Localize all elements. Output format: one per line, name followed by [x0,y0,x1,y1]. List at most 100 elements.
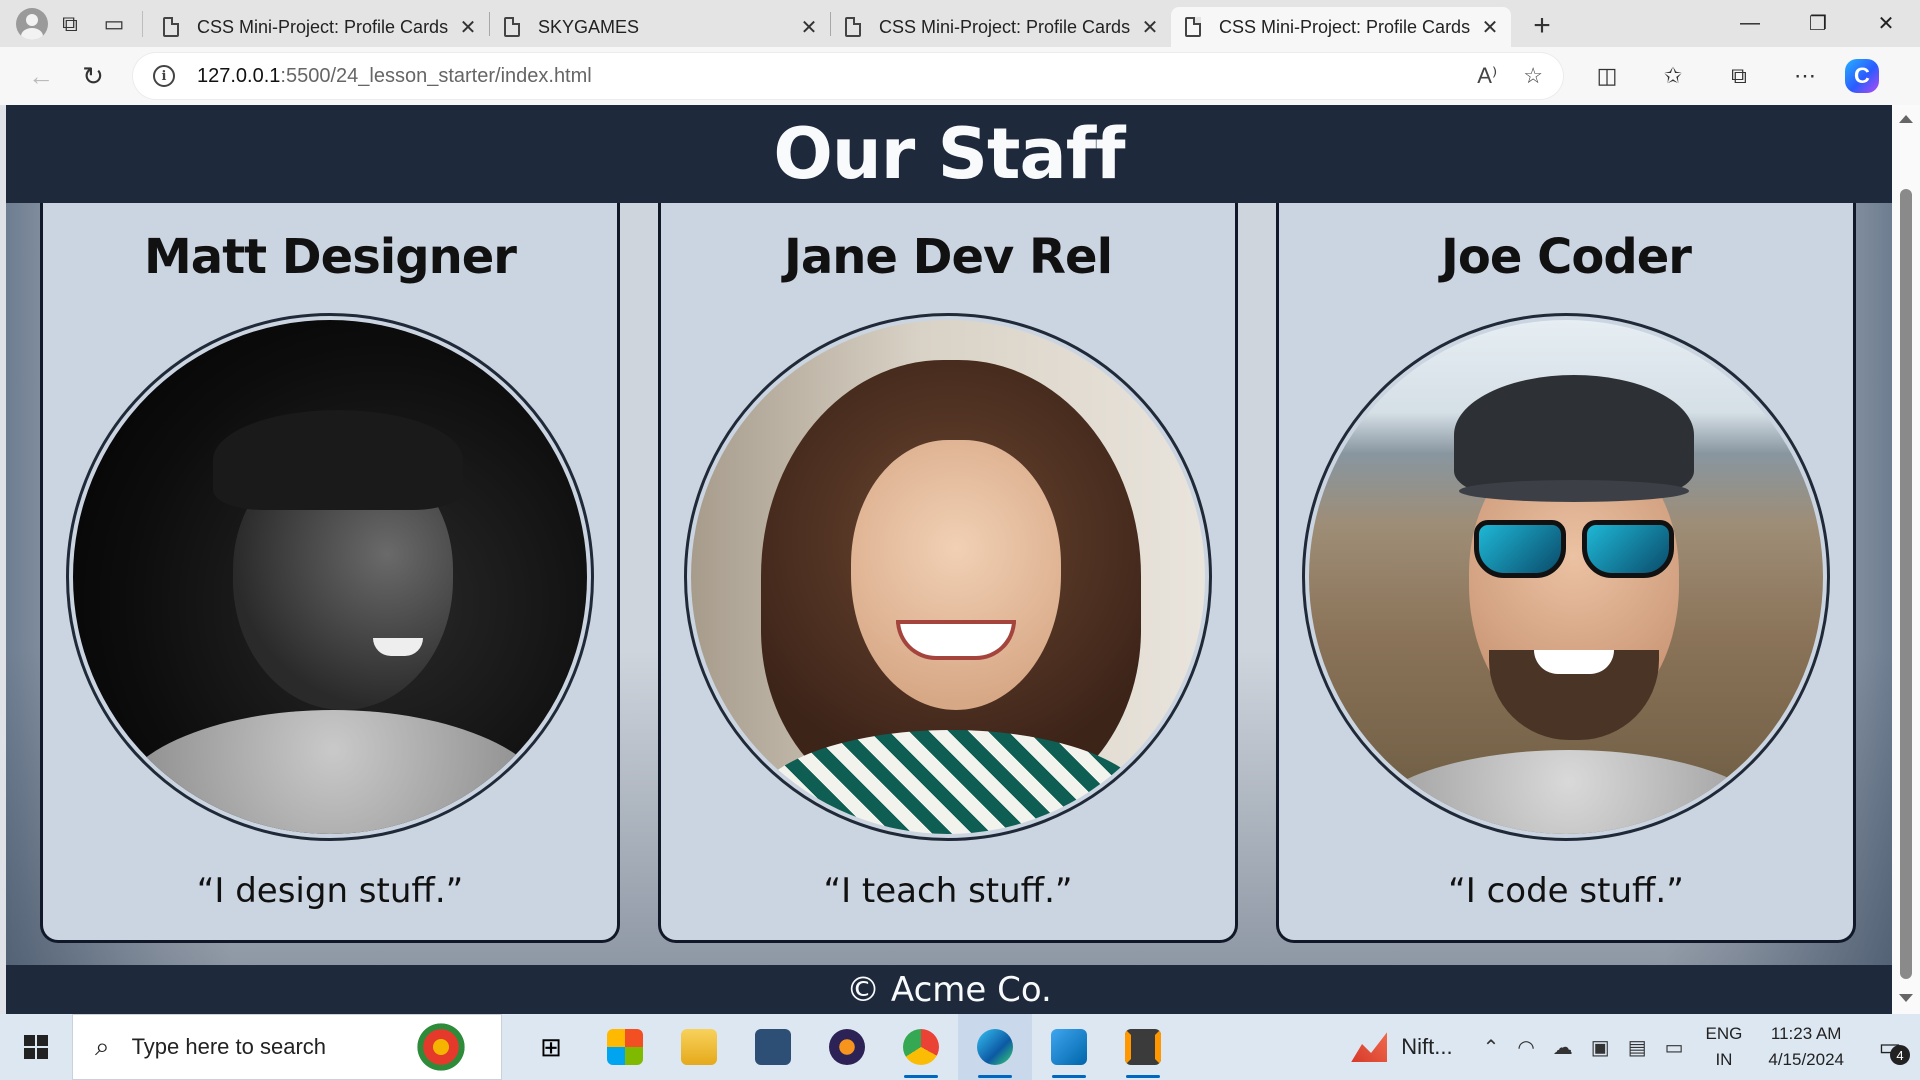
browser-toolbar: ← ↻ i 127.0.0.1:5500/24_lesson_starter/i… [0,47,1920,105]
windows-taskbar: ⌕ Type here to search ⊞ Nift... ⌃ ◠ ☁ ▣ … [0,1014,1920,1080]
page-icon [504,17,520,37]
url-host: 127.0.0.1 [197,64,281,87]
scrollbar-thumb[interactable] [1900,189,1912,979]
footer-copyright: © Acme Co. [846,969,1052,1010]
profile-photo-image [691,320,1205,834]
page-title: Our Staff [773,113,1125,195]
collections-icon[interactable]: ⧉ [1713,50,1765,102]
stock-chart-icon [1351,1032,1388,1062]
profile-photo-image [1309,320,1823,834]
favorite-star-icon[interactable]: ☆ [1523,63,1543,89]
vertical-scrollbar[interactable] [1892,105,1920,1014]
close-tab-icon[interactable]: ✕ [1139,15,1161,40]
page-icon [163,17,179,37]
profile-card: Matt Designer “I design stuff.” [40,203,620,943]
favorites-icon[interactable]: ✩ [1647,50,1699,102]
chevron-up-icon[interactable]: ⌃ [1483,1035,1500,1060]
page-icon [1185,17,1201,37]
microsoft-store-icon[interactable] [588,1014,662,1080]
file-explorer-icon[interactable] [662,1014,736,1080]
battery-icon[interactable]: ▭ [1665,1035,1684,1060]
browser-tab-3[interactable]: CSS Mini-Project: Profile Cards ✕ [831,7,1171,47]
browser-tab-4-active[interactable]: CSS Mini-Project: Profile Cards ✕ [1171,7,1511,47]
copilot-icon[interactable]: C [1845,59,1879,93]
browser-tab-2[interactable]: SKYGAMES ✕ [490,7,830,47]
close-window-icon[interactable]: ✕ [1852,0,1920,47]
scroll-up-icon[interactable] [1899,115,1913,123]
photo-shape [1534,650,1614,674]
search-placeholder: Type here to search [131,1034,327,1059]
clock-date: 4/15/2024 [1768,1050,1844,1069]
profile-card: Jane Dev Rel “I teach stuff.” [658,203,1238,943]
scroll-down-icon[interactable] [1899,994,1913,1002]
page-icon [845,17,861,37]
eclipse-icon[interactable] [810,1014,884,1080]
more-menu-icon[interactable]: ⋯ [1779,50,1831,102]
tab-title: SKYGAMES [538,16,640,37]
notification-icon[interactable]: ▭ 4 [1870,1027,1910,1067]
photo-shape [213,410,463,510]
back-arrow-icon[interactable]: ← [15,50,67,102]
restore-icon[interactable]: ❐ [1784,0,1852,47]
display-icon[interactable]: ▤ [1628,1035,1647,1060]
profile-quote: “I design stuff.” [196,871,464,911]
taskbar-search-box[interactable]: ⌕ Type here to search [72,1014,502,1080]
site-info-icon[interactable]: i [153,65,175,87]
workspaces-icon[interactable]: ⧉ [48,2,92,46]
profile-avatar-icon[interactable] [16,7,48,40]
search-highlight-flower-icon[interactable] [411,1022,471,1072]
meet-now-icon[interactable]: ▣ [1591,1035,1610,1060]
notification-badge: 4 [1890,1045,1910,1065]
site-header: Our Staff [6,105,1892,203]
region-code: IN [1715,1050,1733,1069]
system-tray: Nift... ⌃ ◠ ☁ ▣ ▤ ▭ ENG IN 11:23 AM 4/15… [1351,1014,1920,1080]
profile-cards: Matt Designer “I design stuff.” Jane Dev… [40,203,1858,943]
language-code: ENG [1705,1024,1743,1043]
close-tab-icon[interactable]: ✕ [1479,15,1501,40]
tab-title: CSS Mini-Project: Profile Cards [1219,16,1471,37]
edge-icon[interactable] [958,1014,1032,1080]
split-screen-icon[interactable]: ◫ [1581,50,1633,102]
minimize-icon[interactable]: — [1716,0,1784,47]
address-bar[interactable]: i 127.0.0.1:5500/24_lesson_starter/index… [133,53,1563,99]
vertical-tabs-icon[interactable]: ▭ [92,2,136,46]
tab-title: CSS Mini-Project: Profile Cards [879,16,1131,37]
task-view-icon[interactable]: ⊞ [514,1014,588,1080]
close-tab-icon[interactable]: ✕ [457,15,479,40]
search-icon: ⌕ [95,1031,110,1061]
page-viewport: Our Staff Matt Designer “I design stuff.… [6,105,1892,1014]
language-indicator[interactable]: ENG IN [1706,1021,1743,1073]
clock[interactable]: 11:23 AM 4/15/2024 [1768,1021,1844,1073]
nifty-tray-app[interactable]: Nift... [1351,1032,1453,1062]
profile-photo-image [73,320,587,834]
read-aloud-icon[interactable]: A⁾ [1477,63,1497,89]
profile-photo [684,313,1212,841]
wifi-icon[interactable]: ◠ [1517,1035,1534,1060]
start-windows-icon[interactable] [0,1014,72,1080]
profile-quote: “I code stuff.” [1448,871,1684,911]
vscode-icon[interactable] [1032,1014,1106,1080]
photo-shape [1359,750,1779,834]
profile-name: Joe Coder [1441,229,1692,285]
tray-app-label: Nift... [1401,1034,1453,1059]
profile-photo [66,313,594,841]
profile-name: Jane Dev Rel [783,229,1113,285]
close-tab-icon[interactable]: ✕ [798,15,820,40]
photo-shape [1459,480,1689,502]
chrome-icon[interactable] [884,1014,958,1080]
onedrive-cloud-icon[interactable]: ☁ [1553,1035,1573,1060]
mysql-workbench-icon[interactable] [736,1014,810,1080]
tab-strip: ⧉ ▭ CSS Mini-Project: Profile Cards ✕ SK… [0,0,1920,47]
sublime-text-icon[interactable] [1106,1014,1180,1080]
browser-tab-1[interactable]: CSS Mini-Project: Profile Cards ✕ [149,7,489,47]
tray-icons: ⌃ ◠ ☁ ▣ ▤ ▭ [1483,1035,1684,1060]
refresh-icon[interactable]: ↻ [67,50,119,102]
window-controls: — ❐ ✕ [1716,0,1920,47]
site-footer: © Acme Co. [6,965,1892,1014]
profile-card: Joe Coder “I code stuff.” [1276,203,1856,943]
profile-photo [1302,313,1830,841]
taskbar-apps: ⊞ [514,1014,1180,1080]
new-tab-button[interactable]: + [1519,6,1565,46]
profile-name: Matt Designer [144,229,517,285]
url-path: :5500/24_lesson_starter/index.html [280,64,592,87]
